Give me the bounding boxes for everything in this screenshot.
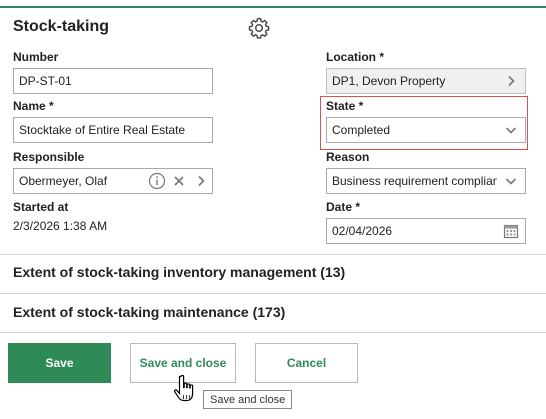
clear-icon[interactable] bbox=[168, 169, 190, 193]
section-divider bbox=[0, 293, 546, 294]
name-label: Name * bbox=[13, 99, 54, 113]
hand-cursor-icon bbox=[174, 374, 194, 402]
cancel-button[interactable]: Cancel bbox=[255, 343, 358, 383]
responsible-value: Obermeyer, Olaf bbox=[19, 174, 108, 188]
name-field[interactable]: Stocktake of Entire Real Estate bbox=[13, 117, 213, 143]
section-divider bbox=[0, 332, 546, 333]
location-field[interactable]: DP1, Devon Property bbox=[326, 68, 526, 94]
tooltip: Save and close bbox=[203, 390, 293, 409]
gear-icon[interactable] bbox=[247, 16, 271, 40]
chevron-down-icon[interactable] bbox=[497, 118, 525, 142]
info-icon[interactable] bbox=[146, 169, 168, 193]
location-label: Location * bbox=[326, 50, 385, 64]
state-label: State * bbox=[326, 99, 364, 113]
number-label: Number bbox=[13, 50, 59, 64]
responsible-label: Responsible bbox=[13, 150, 85, 164]
started-at-label: Started at bbox=[13, 200, 69, 214]
chevron-right-icon[interactable] bbox=[497, 69, 525, 93]
reason-label: Reason bbox=[326, 150, 370, 164]
state-select[interactable]: Completed bbox=[326, 117, 526, 143]
section-divider bbox=[0, 254, 546, 255]
responsible-field[interactable]: Obermeyer, Olaf bbox=[13, 168, 213, 194]
location-value: DP1, Devon Property bbox=[332, 74, 446, 88]
number-value: DP-ST-01 bbox=[19, 74, 72, 88]
page-title: Stock-taking bbox=[13, 18, 110, 35]
calendar-icon[interactable] bbox=[497, 219, 525, 243]
started-at-value: 2/3/2026 1:38 AM bbox=[13, 219, 108, 233]
date-value: 02/04/2026 bbox=[332, 224, 393, 238]
state-value: Completed bbox=[332, 123, 391, 137]
name-value: Stocktake of Entire Real Estate bbox=[19, 123, 186, 137]
save-button[interactable]: Save bbox=[8, 343, 111, 383]
chevron-down-icon[interactable] bbox=[497, 169, 525, 193]
number-field[interactable]: DP-ST-01 bbox=[13, 68, 213, 94]
section-maintenance[interactable]: Extent of stock-taking maintenance (173) bbox=[13, 304, 285, 320]
date-label: Date * bbox=[326, 200, 361, 214]
reason-value: Business requirement compliance bbox=[332, 174, 497, 188]
top-accent-line bbox=[0, 6, 546, 8]
section-inventory-management[interactable]: Extent of stock-taking inventory managem… bbox=[13, 264, 345, 280]
reason-select[interactable]: Business requirement compliance bbox=[326, 168, 526, 194]
chevron-right-icon[interactable] bbox=[190, 169, 212, 193]
date-field[interactable]: 02/04/2026 bbox=[326, 218, 526, 244]
